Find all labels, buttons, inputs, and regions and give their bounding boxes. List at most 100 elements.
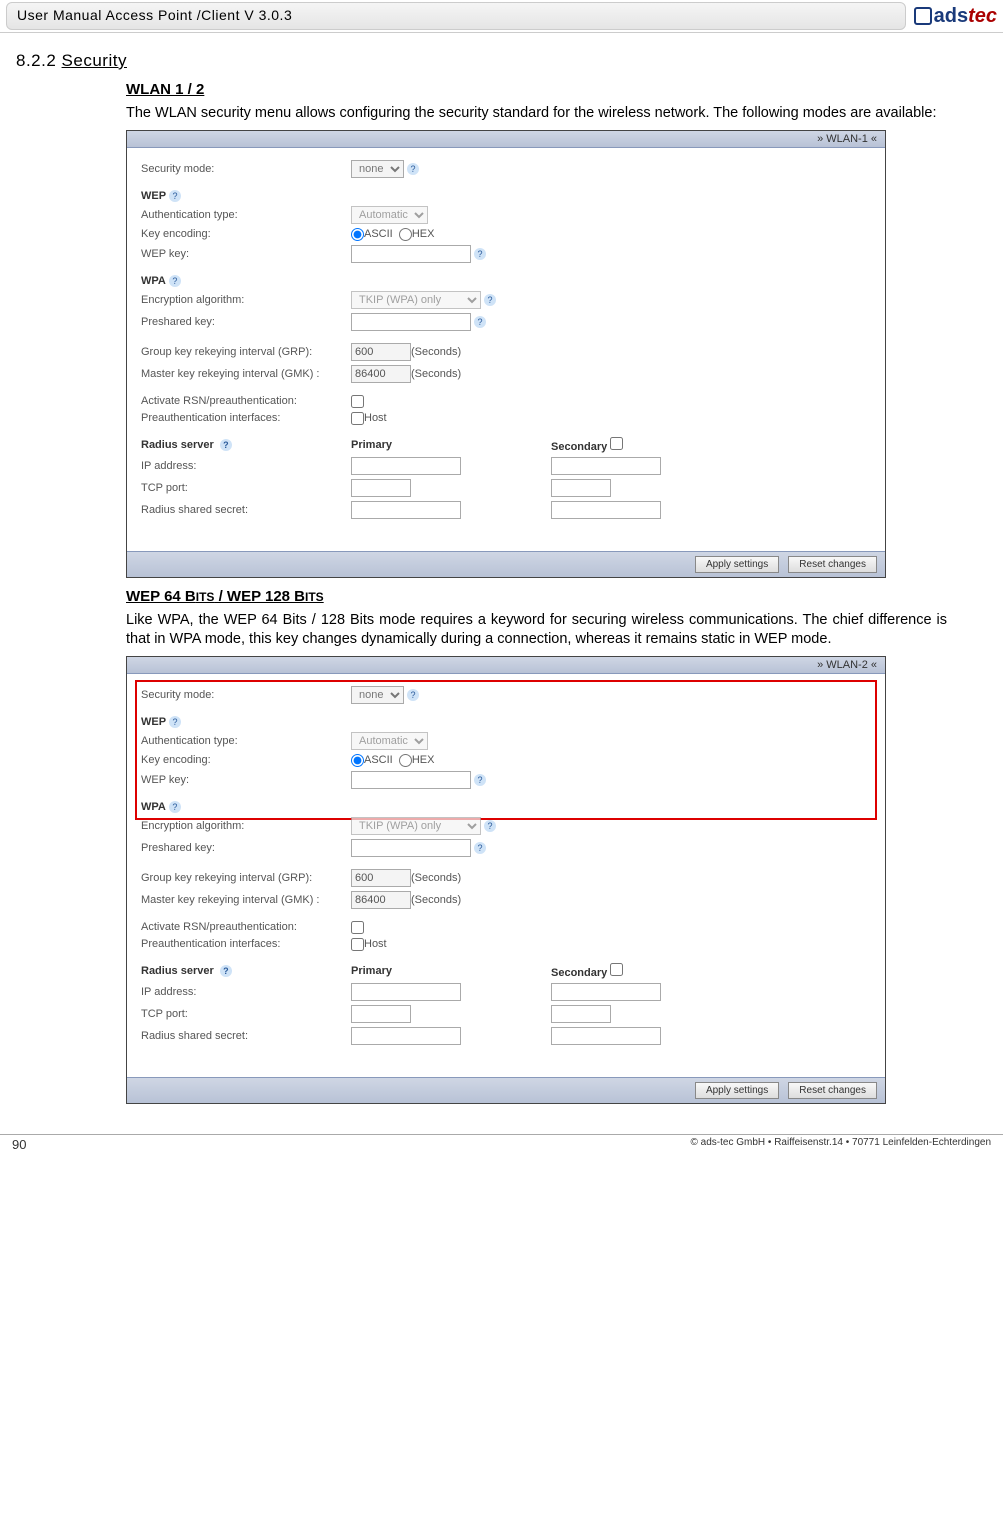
preauth-if-label: Preauthentication interfaces: [141,412,351,424]
rad-secret-secondary-input[interactable] [551,501,661,519]
reset-button[interactable]: Reset changes [788,556,877,573]
help-icon[interactable]: ? [220,965,232,977]
secondary-checkbox[interactable] [610,437,623,450]
wlan-heading: WLAN 1 / 2 [126,81,947,98]
wep-key-label: WEP key: [141,248,351,260]
wep-key-input[interactable] [351,245,471,263]
wep-paragraph: Like WPA, the WEP 64 Bits / 128 Bits mod… [126,611,947,650]
security-mode-select[interactable]: none [351,686,404,704]
rad-secret-label: Radius shared secret: [141,1030,351,1042]
seconds-label: (Seconds) [411,872,461,884]
enc-alg-select[interactable]: TKIP (WPA) only [351,817,481,835]
rad-secret-primary-input[interactable] [351,1027,461,1045]
apply-button[interactable]: Apply settings [695,1082,779,1099]
panel-2-head: » WLAN-2 « [127,657,885,674]
wep-key-input[interactable] [351,771,471,789]
copyright: © ads-tec GmbH • Raiffeisenstr.14 • 7077… [691,1137,991,1152]
ascii-label: ASCII [364,754,393,766]
apply-button[interactable]: Apply settings [695,556,779,573]
help-icon[interactable]: ? [474,842,486,854]
psk-label: Preshared key: [141,316,351,328]
psk-input[interactable] [351,313,471,331]
grp-input[interactable] [351,343,411,361]
section-number: 8.2.2 [16,51,56,70]
tcp-primary-input[interactable] [351,1005,411,1023]
hex-label: HEX [412,228,435,240]
security-mode-select[interactable]: none [351,160,404,178]
logo-mark-icon [914,7,932,25]
auth-type-select[interactable]: Automatic [351,206,428,224]
help-icon[interactable]: ? [169,190,181,202]
panel-footer: Apply settings Reset changes [127,1077,885,1103]
intro-paragraph: The WLAN security menu allows configurin… [126,104,947,124]
help-icon[interactable]: ? [220,439,232,451]
page-number: 90 [12,1137,26,1152]
screenshot-panel-2: » WLAN-2 « Security mode: none ? WEP? Au… [126,656,886,1104]
ascii-radio[interactable] [351,228,364,241]
wep-bits-heading: WEP 64 BITS / WEP 128 BITS [126,588,947,605]
gmk-input[interactable] [351,365,411,383]
ip-label: IP address: [141,986,351,998]
rad-secret-secondary-input[interactable] [551,1027,661,1045]
help-icon[interactable]: ? [474,248,486,260]
ip-secondary-input[interactable] [551,457,661,475]
help-icon[interactable]: ? [169,275,181,287]
enc-alg-label: Encryption algorithm: [141,820,351,832]
primary-label: Primary [351,965,551,977]
page-content: 8.2.2 Security WLAN 1 / 2 The WLAN secur… [0,33,1003,1124]
tcp-primary-input[interactable] [351,479,411,497]
reset-button[interactable]: Reset changes [788,1082,877,1099]
document-header: User Manual Access Point /Client V 3.0.3… [0,0,1003,33]
help-icon[interactable]: ? [474,774,486,786]
host-label: Host [364,938,387,950]
help-icon[interactable]: ? [407,163,419,175]
radius-section-label: Radius server ? [141,439,351,451]
section-heading: 8.2.2 Security [16,51,947,71]
rsn-checkbox[interactable] [351,921,364,934]
grp-input[interactable] [351,869,411,887]
wep-section-label: WEP [141,190,166,202]
rad-secret-label: Radius shared secret: [141,504,351,516]
tcp-secondary-input[interactable] [551,479,611,497]
rad-secret-primary-input[interactable] [351,501,461,519]
secondary-label: Secondary [551,437,751,453]
wpa-section-label: WPA [141,275,166,287]
primary-label: Primary [351,439,551,451]
ascii-radio[interactable] [351,754,364,767]
help-icon[interactable]: ? [484,294,496,306]
secondary-checkbox[interactable] [610,963,623,976]
psk-input[interactable] [351,839,471,857]
host-checkbox[interactable] [351,412,364,425]
ip-primary-input[interactable] [351,457,461,475]
help-icon[interactable]: ? [474,316,486,328]
rsn-checkbox[interactable] [351,395,364,408]
screenshot-panel-1: » WLAN-1 « Security mode: none ? WEP? Au… [126,130,886,578]
ip-secondary-input[interactable] [551,983,661,1001]
rsn-label: Activate RSN/preauthentication: [141,395,351,407]
gmk-input[interactable] [351,891,411,909]
host-checkbox[interactable] [351,938,364,951]
key-enc-label: Key encoding: [141,228,351,240]
ip-primary-input[interactable] [351,983,461,1001]
wep-key-label: WEP key: [141,774,351,786]
tcp-label: TCP port: [141,1008,351,1020]
help-icon[interactable]: ? [484,820,496,832]
hex-radio[interactable] [399,754,412,767]
help-icon[interactable]: ? [407,689,419,701]
auth-type-label: Authentication type: [141,735,351,747]
enc-alg-label: Encryption algorithm: [141,294,351,306]
auth-type-select[interactable]: Automatic [351,732,428,750]
help-icon[interactable]: ? [169,716,181,728]
help-icon[interactable]: ? [169,801,181,813]
hex-radio[interactable] [399,228,412,241]
psk-label: Preshared key: [141,842,351,854]
tcp-secondary-input[interactable] [551,1005,611,1023]
enc-alg-select[interactable]: TKIP (WPA) only [351,291,481,309]
ip-label: IP address: [141,460,351,472]
security-mode-label: Security mode: [141,689,351,701]
section-title: Security [62,51,127,70]
seconds-label: (Seconds) [411,346,461,358]
auth-type-label: Authentication type: [141,209,351,221]
radius-section-label: Radius server ? [141,965,351,977]
seconds-label: (Seconds) [411,894,461,906]
